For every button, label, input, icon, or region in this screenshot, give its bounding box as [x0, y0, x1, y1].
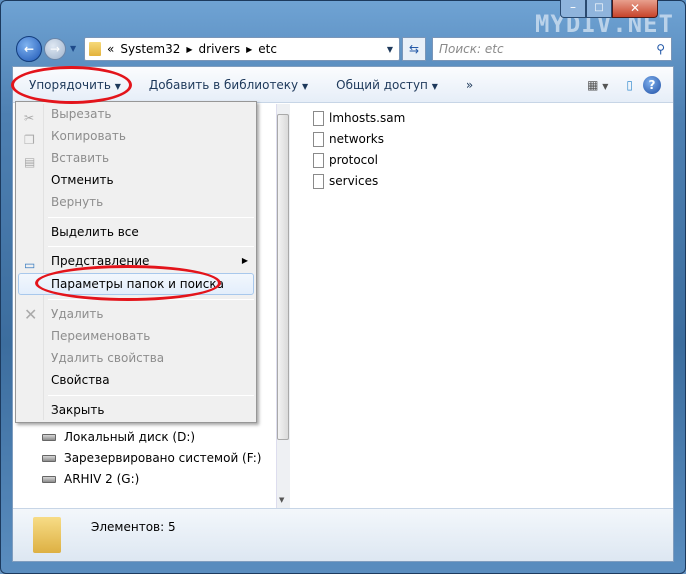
file-item[interactable]: protocol: [313, 151, 378, 169]
help-icon[interactable]: ?: [643, 75, 661, 94]
menu-label: Удалить: [51, 307, 104, 321]
menu-label: Вставить: [51, 151, 110, 165]
menu-label: Закрыть: [51, 403, 105, 417]
dropdown-arrow-icon: ▼: [431, 81, 438, 91]
nav-drive-d[interactable]: Локальный диск (D:): [42, 430, 195, 444]
search-placeholder: Поиск: etc: [439, 42, 504, 56]
command-bar: Упорядочить ▼ Добавить в библиотеку ▼ Об…: [13, 67, 673, 103]
menu-label: Выделить все: [51, 225, 139, 239]
file-icon: [313, 131, 324, 147]
breadcrumb-drivers[interactable]: drivers: [199, 42, 241, 56]
file-item[interactable]: networks: [313, 130, 384, 148]
menu-separator: [48, 246, 254, 247]
menu-item-undo[interactable]: Отменить: [18, 169, 254, 191]
forward-button[interactable]: →: [44, 38, 66, 60]
add-library-label: Добавить в библиотеку: [148, 77, 299, 92]
scissors-icon: ✂: [24, 111, 35, 125]
item-count: Элементов: 5: [91, 520, 176, 534]
preview-pane-icon[interactable]: ▯: [616, 78, 643, 92]
menu-label: Переименовать: [51, 329, 151, 343]
close-button[interactable]: ✕: [612, 0, 658, 18]
search-icon[interactable]: ⚲: [656, 42, 665, 56]
menu-separator: [48, 217, 254, 218]
dropdown-arrow-icon: ▼: [114, 81, 121, 91]
menu-item-layout[interactable]: ▭ Представление ▶: [18, 250, 254, 272]
share-button[interactable]: Общий доступ ▼: [322, 78, 452, 92]
organize-label: Упорядочить: [29, 77, 111, 92]
folder-icon: [33, 517, 61, 553]
copy-icon: ❐: [24, 133, 35, 147]
search-input[interactable]: Поиск: etc ⚲: [432, 37, 672, 61]
maximize-button[interactable]: □: [586, 0, 612, 18]
file-name: lmhosts.sam: [329, 111, 406, 125]
drive-icon: [42, 475, 56, 483]
menu-label: Вернуть: [51, 195, 104, 209]
menu-item-folder-options[interactable]: Параметры папок и поиска: [18, 273, 254, 295]
address-dropdown-icon[interactable]: ▼: [387, 45, 393, 54]
menu-item-cut[interactable]: ✂ Вырезать: [18, 103, 254, 125]
chevron-right-icon[interactable]: ▶: [186, 45, 192, 54]
status-bar: Элементов: 5: [13, 508, 673, 561]
chevron-right-icon[interactable]: ▶: [246, 45, 252, 54]
drive-icon: [42, 454, 56, 462]
menu-label: Удалить свойства: [51, 351, 165, 365]
organize-button[interactable]: Упорядочить ▼: [13, 78, 135, 92]
dropdown-arrow-icon: ▼: [302, 81, 309, 91]
drive-label: Локальный диск (D:): [64, 430, 196, 444]
menu-item-close[interactable]: Закрыть: [18, 399, 254, 421]
menu-item-delete[interactable]: ✕ Удалить: [18, 303, 254, 325]
menu-separator: [48, 299, 254, 300]
nav-drive-g[interactable]: ARHIV 2 (G:): [42, 472, 139, 486]
file-name: protocol: [329, 153, 378, 167]
menu-item-copy[interactable]: ❐ Копировать: [18, 125, 254, 147]
menu-item-properties[interactable]: Свойства: [18, 369, 254, 391]
menu-item-redo[interactable]: Вернуть: [18, 191, 254, 213]
menu-item-paste[interactable]: ▤ Вставить: [18, 147, 254, 169]
file-name: networks: [329, 132, 384, 146]
file-icon: [313, 173, 324, 189]
drive-label: ARHIV 2 (G:): [64, 472, 140, 486]
organize-menu: ✂ Вырезать ❐ Копировать ▤ Вставить Отменить…: [15, 101, 257, 423]
share-label: Общий доступ: [336, 77, 428, 92]
back-button[interactable]: ←: [16, 36, 42, 62]
scroll-down-icon[interactable]: ▼: [279, 496, 284, 504]
breadcrumb-overflow[interactable]: «: [107, 42, 114, 56]
menu-label: Вырезать: [51, 107, 112, 121]
refresh-button[interactable]: ⇆: [402, 37, 426, 61]
menu-label: Копировать: [51, 129, 126, 143]
menu-label: Представление: [51, 254, 150, 268]
file-name: services: [329, 174, 379, 188]
scrollbar-thumb[interactable]: [277, 114, 289, 440]
recent-pages-dropdown[interactable]: ▼: [70, 44, 76, 53]
view-options-icon[interactable]: ▦ ▼: [579, 78, 616, 92]
menu-label: Параметры папок и поиска: [51, 277, 224, 291]
submenu-arrow-icon: ▶: [241, 256, 248, 265]
more-commands-button[interactable]: »: [452, 78, 487, 92]
file-item[interactable]: services: [313, 172, 378, 190]
delete-x-icon: ✕: [24, 305, 38, 324]
address-bar[interactable]: « System32 ▶ drivers ▶ etc ▼: [84, 37, 400, 61]
nav-drive-f[interactable]: Зарезервировано системой (F:): [42, 451, 261, 465]
menu-item-remove-properties[interactable]: Удалить свойства: [18, 347, 254, 369]
menu-separator: [48, 395, 254, 396]
menu-label: Свойства: [51, 373, 110, 387]
breadcrumb-system32[interactable]: System32: [120, 42, 180, 56]
menu-item-rename[interactable]: Переименовать: [18, 325, 254, 347]
drive-label: Зарезервировано системой (F:): [64, 451, 262, 465]
add-to-library-button[interactable]: Добавить в библиотеку ▼: [135, 78, 322, 92]
layout-icon: ▭: [24, 258, 36, 272]
file-icon: [313, 152, 324, 168]
minimize-button[interactable]: –: [560, 0, 586, 18]
folder-icon: [89, 42, 101, 56]
file-item[interactable]: lmhosts.sam: [313, 109, 405, 127]
menu-item-select-all[interactable]: Выделить все: [18, 221, 254, 243]
menu-label: Отменить: [51, 173, 114, 187]
file-icon: [313, 110, 324, 126]
clipboard-icon: ▤: [24, 155, 36, 169]
breadcrumb-etc[interactable]: etc: [258, 42, 277, 56]
window-controls: – □ ✕: [560, 0, 672, 20]
drive-icon: [42, 433, 56, 441]
